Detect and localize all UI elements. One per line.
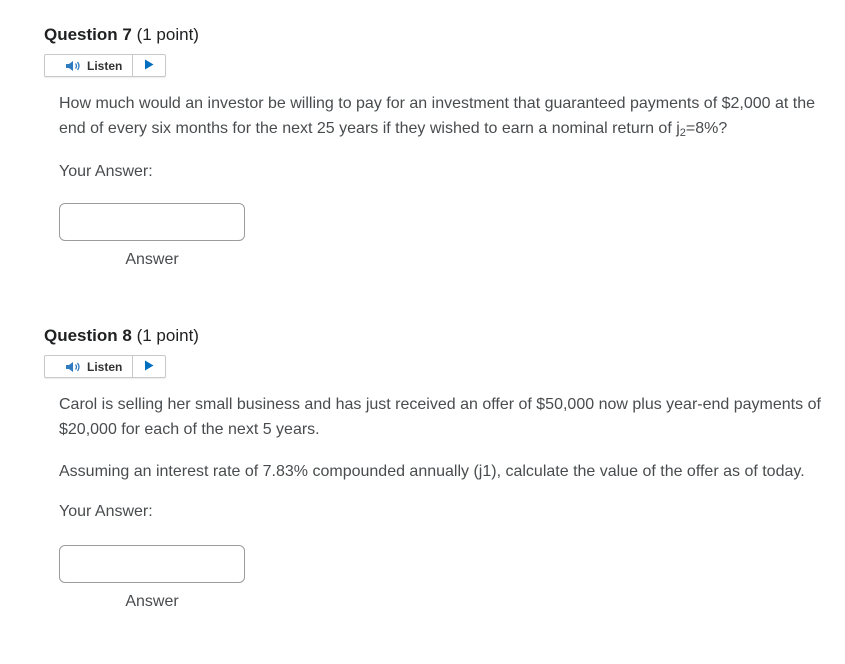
play-button[interactable] (133, 55, 165, 76)
play-icon (144, 358, 154, 376)
question-body: How much would an investor be willing to… (59, 91, 824, 271)
question-paragraph-1: Carol is selling her small business and … (59, 396, 821, 438)
answer-caption: Answer (125, 251, 179, 268)
your-answer-label: Your Answer: (59, 163, 153, 180)
question-8: Question 8 (1 point) Listen Carol is sel… (44, 325, 824, 613)
speaker-icon (65, 361, 83, 373)
listen-label: Listen (87, 58, 123, 73)
question-text: How much would an investor be willing to… (59, 91, 824, 141)
question-body: Carol is selling her small business and … (59, 392, 824, 613)
question-heading: Question 7 (1 point) (44, 24, 824, 46)
question-title: Question 7 (44, 25, 132, 44)
question-points: (1 point) (136, 25, 199, 44)
listen-button[interactable]: Listen (45, 356, 133, 377)
answer-input[interactable] (59, 545, 245, 583)
play-button[interactable] (133, 356, 165, 377)
question-heading: Question 8 (1 point) (44, 325, 824, 347)
your-answer-label: Your Answer: (59, 503, 153, 520)
question-text-end: =8%? (685, 120, 728, 137)
question-paragraph-2: Assuming an interest rate of 7.83% compo… (59, 463, 805, 480)
listen-button[interactable]: Listen (45, 55, 133, 76)
speaker-icon (65, 60, 83, 72)
listen-toolbar: Listen (44, 54, 166, 77)
question-7: Question 7 (1 point) Listen How much wou… (44, 24, 824, 271)
question-points: (1 point) (136, 326, 199, 345)
listen-label: Listen (87, 359, 123, 374)
answer-input[interactable] (59, 203, 245, 241)
answer-caption: Answer (125, 593, 179, 610)
play-icon (144, 57, 154, 75)
question-title: Question 8 (44, 326, 132, 345)
listen-toolbar: Listen (44, 355, 166, 378)
